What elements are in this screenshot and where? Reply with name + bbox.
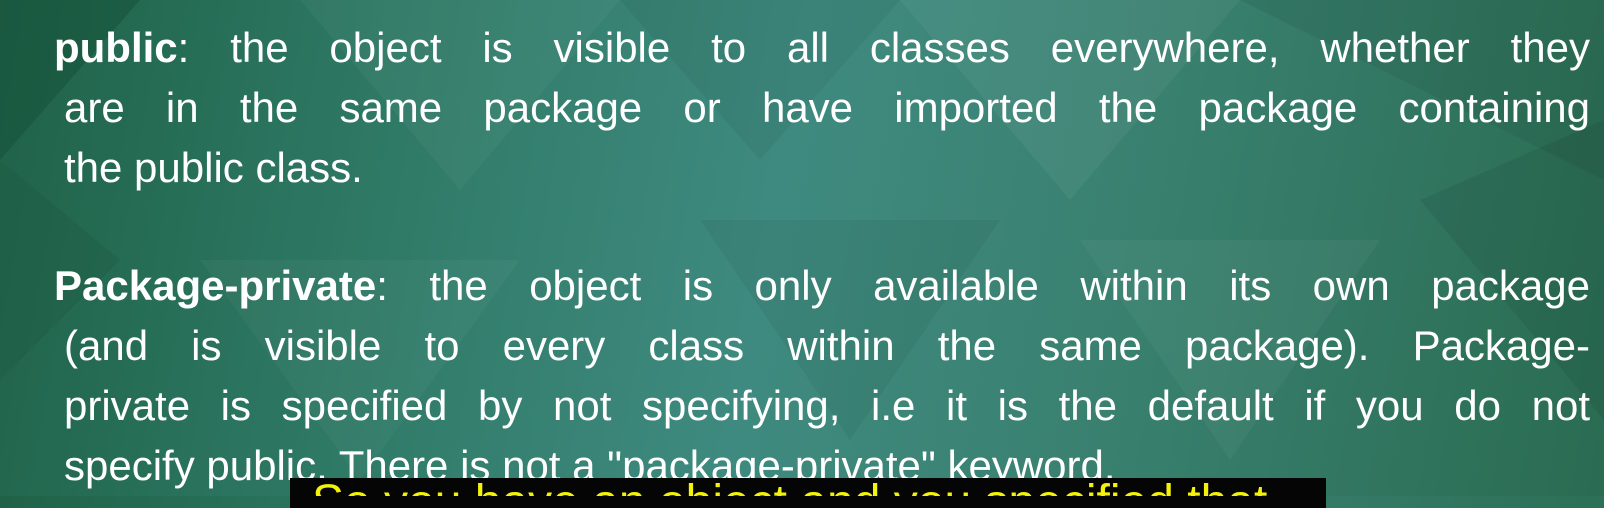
package-private-line-2: (and is visible to every class within th… — [64, 322, 1590, 369]
public-line-3: the public class. — [64, 144, 363, 191]
public-line-1-text: : the object is visible to all classes e… — [177, 24, 1590, 71]
package-private-line-1: Package-private: the object is only avai… — [54, 262, 1590, 310]
public-line-1: public: the object is visible to all cla… — [54, 24, 1590, 72]
public-keyword: public — [54, 24, 178, 71]
slide: public: the object is visible to all cla… — [0, 0, 1604, 508]
subtitle-caption-text: So you have an object and you specified … — [312, 478, 1267, 496]
package-private-line-3: private is specified by not specifying, … — [64, 382, 1590, 429]
package-private-keyword: Package-private — [54, 262, 377, 309]
public-line-2: are in the same package or have imported… — [64, 84, 1590, 131]
package-private-line-1-text: : the object is only available within it… — [376, 262, 1590, 309]
